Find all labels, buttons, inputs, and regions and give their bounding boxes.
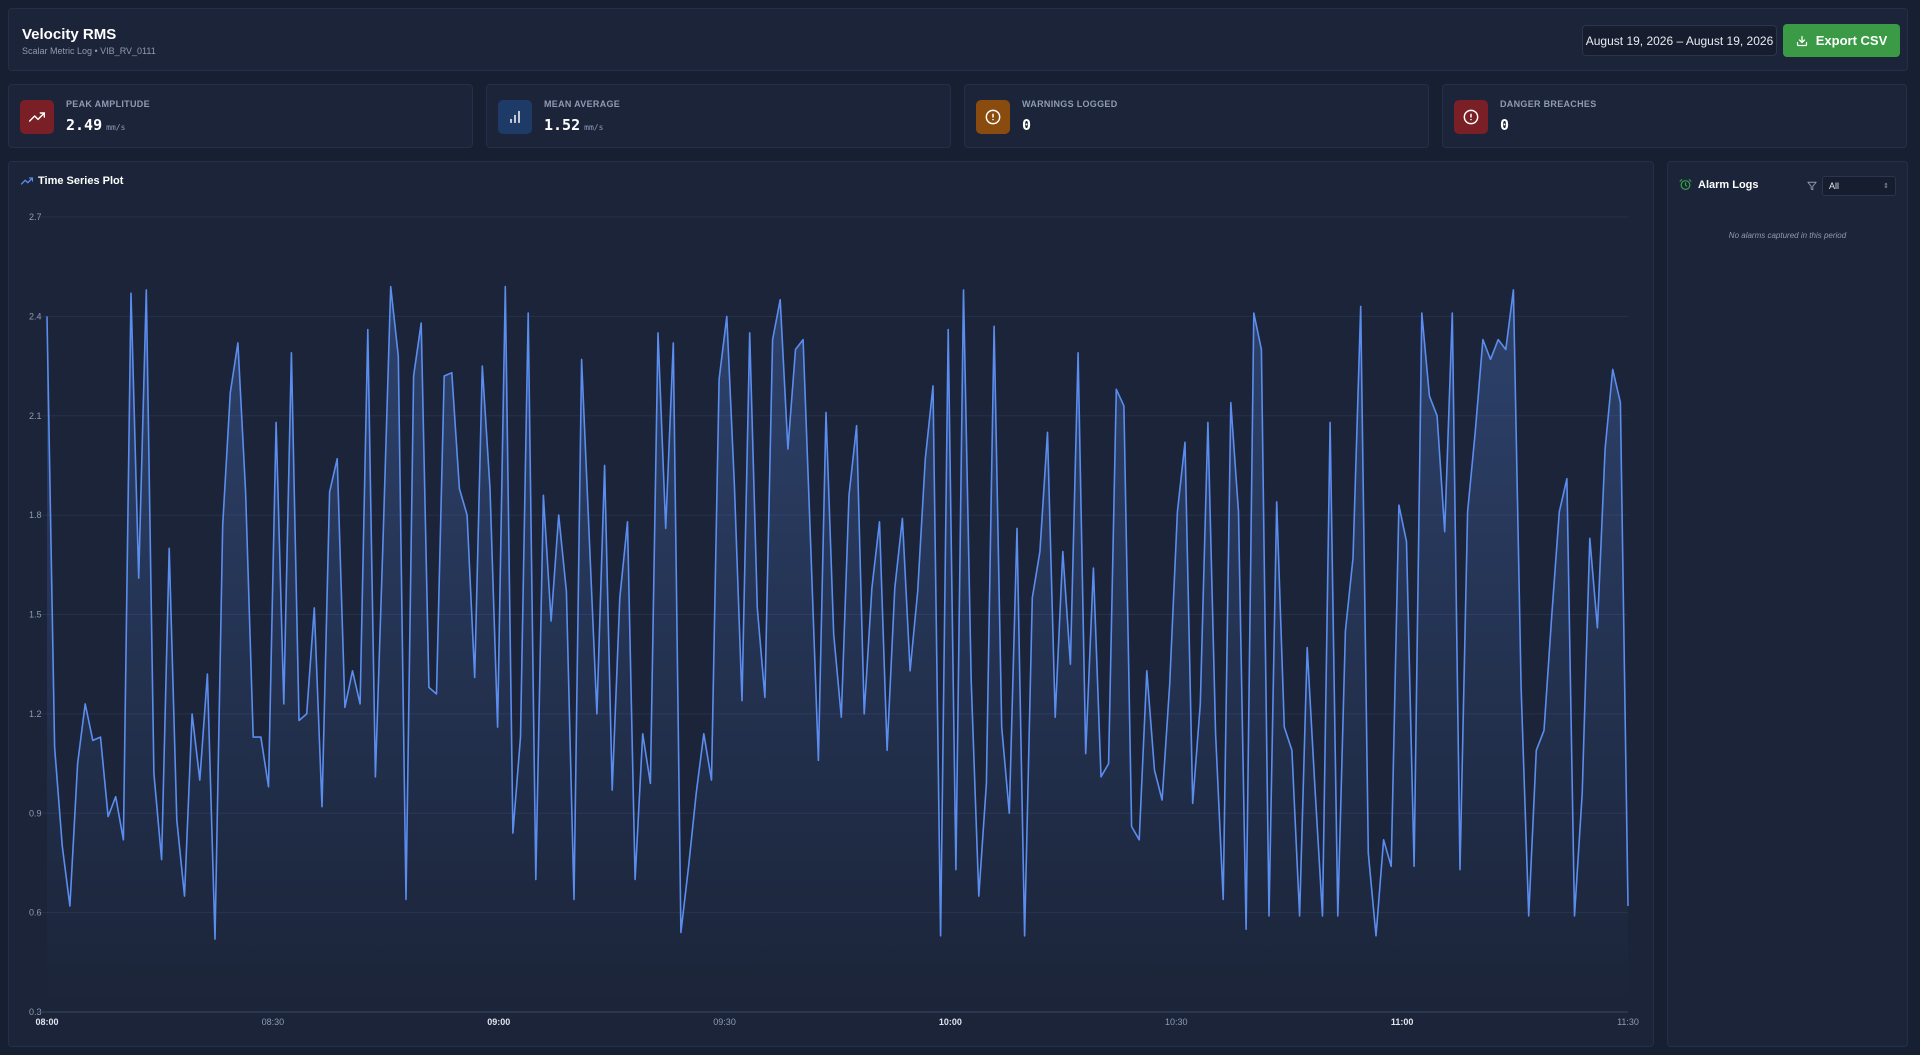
- stat-value: 2.49 mm/s: [66, 116, 126, 134]
- page-title: Velocity RMS: [22, 26, 117, 43]
- export-csv-button[interactable]: Export CSV: [1783, 24, 1900, 57]
- y-tick-label: 2.1: [29, 411, 42, 421]
- alarm-filter-select[interactable]: All ⇕: [1822, 176, 1896, 196]
- chevron-updown-icon: ⇕: [1883, 182, 1889, 190]
- stat-label: DANGER BREACHES: [1500, 99, 1597, 109]
- stat-label: PEAK AMPLITUDE: [66, 99, 150, 109]
- stat-card-peak-amplitude: PEAK AMPLITUDE 2.49 mm/s: [8, 84, 473, 148]
- trending-up-icon: [20, 100, 54, 134]
- stat-card-danger-breaches: DANGER BREACHES 0: [1442, 84, 1907, 148]
- page-subtitle: Scalar Metric Log • VIB_RV_0111: [22, 46, 156, 56]
- page-header: Velocity RMS Scalar Metric Log • VIB_RV_…: [8, 8, 1908, 71]
- alarm-logs-label: Alarm Logs: [1698, 178, 1759, 191]
- trending-up-icon: [21, 177, 33, 185]
- alarm-filter: All ⇕: [1807, 176, 1896, 196]
- x-tick-label: 09:00: [487, 1017, 510, 1027]
- alarm-filter-value: All: [1829, 181, 1840, 191]
- y-tick-label: 2.7: [29, 212, 42, 222]
- y-tick-label: 1.5: [29, 610, 42, 620]
- export-csv-label: Export CSV: [1815, 33, 1888, 48]
- y-tick-label: 0.6: [29, 908, 42, 918]
- stat-unit: mm/s: [584, 123, 604, 132]
- x-tick-label: 11:30: [1617, 1017, 1639, 1027]
- stat-label: MEAN AVERAGE: [544, 99, 621, 109]
- time-series-panel: 0.3 0.6 0.9 1.2 1.5 1.8 2.1 2.4 2.7 08:00 08:30 09:…: [8, 161, 1654, 1047]
- alarm-clock-icon: [1679, 179, 1692, 190]
- y-tick-label: 2.4: [29, 311, 42, 321]
- time-series-chart[interactable]: 0.30.60.91.21.51.82.12.42.708:00 08:30 09:…: [9, 162, 1655, 1048]
- y-tick-label: 0.9: [29, 808, 42, 818]
- alert-circle-icon: [1454, 100, 1488, 134]
- stat-label: WARNINGS LOGGED: [1022, 99, 1118, 109]
- series-area: [47, 286, 1628, 1013]
- alarm-logs-title: Alarm Logs: [1679, 178, 1759, 191]
- chart-title: Time Series Plot: [21, 175, 123, 187]
- x-tick-label: 08:00: [35, 1017, 58, 1027]
- stat-value: 1.52 mm/s: [544, 116, 604, 134]
- y-tick-label: 1.2: [29, 709, 42, 719]
- x-tick-label: 09:30: [713, 1017, 736, 1027]
- alert-circle-icon: [976, 100, 1010, 134]
- x-tick-label: 10:00: [939, 1017, 962, 1027]
- chart-title-label: Time Series Plot: [38, 175, 124, 187]
- x-tick-label: 10:30: [1165, 1017, 1188, 1027]
- stat-value: 0: [1500, 116, 1510, 134]
- stat-unit: mm/s: [106, 123, 126, 132]
- y-tick-label: 1.8: [29, 510, 42, 520]
- alarm-logs-panel: Alarm Logs All ⇕ No alarms captured in t…: [1667, 161, 1908, 1047]
- bar-chart-icon: [498, 100, 532, 134]
- stat-value: 0: [1022, 116, 1032, 134]
- alarm-empty-message: No alarms captured in this period: [1728, 231, 1847, 240]
- download-icon: [1796, 35, 1807, 46]
- filter-icon: [1807, 181, 1817, 191]
- stat-card-warnings-logged: WARNINGS LOGGED 0: [964, 84, 1429, 148]
- stat-card-mean-average: MEAN AVERAGE 1.52 mm/s: [486, 84, 951, 148]
- x-tick-label: 11:00: [1391, 1017, 1414, 1027]
- x-tick-label: 08:30: [262, 1017, 285, 1027]
- date-range-picker[interactable]: August 19, 2026 – August 19, 2026: [1582, 25, 1777, 56]
